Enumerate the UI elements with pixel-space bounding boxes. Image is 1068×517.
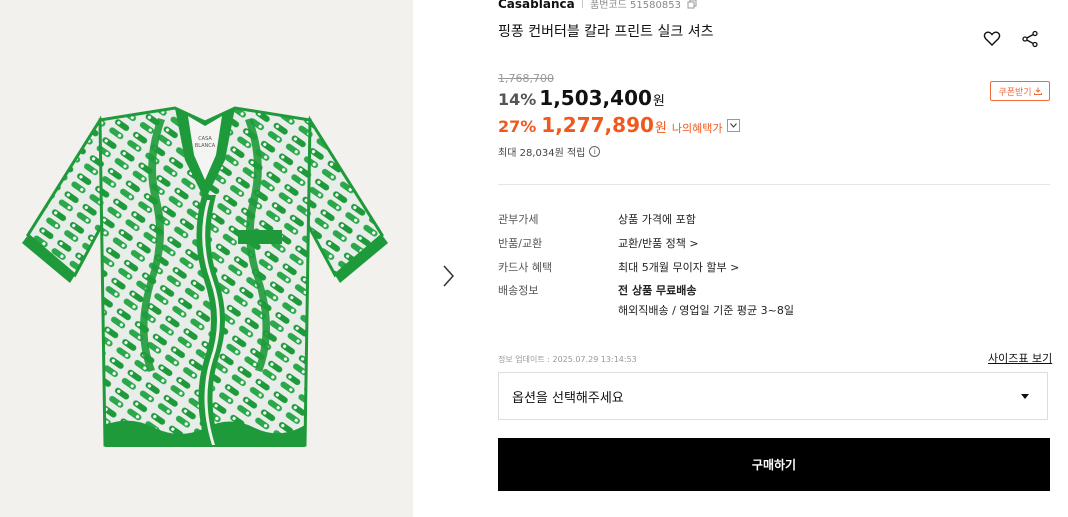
svg-text:BLANCA: BLANCA bbox=[195, 143, 216, 149]
next-image-arrow[interactable] bbox=[438, 262, 458, 290]
info-value-duty: 상품 가격에 포함 bbox=[618, 213, 696, 226]
benefit-price-value: 1,277,890 bbox=[541, 113, 654, 137]
info-label-card: 카드사 혜택 bbox=[498, 261, 553, 274]
info-label-return: 반품/교환 bbox=[498, 237, 543, 250]
my-benefit-label: 나의혜택가 bbox=[671, 122, 723, 135]
separator: | bbox=[580, 0, 585, 9]
size-chart-link[interactable]: 사이즈표 보기 bbox=[988, 350, 1052, 366]
update-timestamp: 정보 업데이트 : 2025.07.29 13:14:53 bbox=[498, 355, 637, 364]
points-text: 최대 28,034원 적립 bbox=[498, 148, 586, 159]
benefit-price-row: 27% 1,277,890 원 나의혜택가 bbox=[498, 113, 741, 137]
divider bbox=[498, 184, 1050, 185]
card-benefit-link[interactable]: 최대 5개월 무이자 할부 > bbox=[618, 259, 739, 275]
info-value-shipping: 전 상품 무료배송 bbox=[618, 284, 697, 297]
option-placeholder: 옵션을 선택해주세요 bbox=[512, 390, 624, 406]
copy-icon[interactable] bbox=[687, 0, 697, 9]
price-row: 14% 1,503,400 원 bbox=[498, 86, 665, 110]
info-label-duty: 관부가세 bbox=[498, 213, 539, 226]
brand-name[interactable]: Casablanca bbox=[498, 0, 575, 11]
product-title: 핑퐁 컨버터블 칼라 프린트 실크 셔츠 bbox=[498, 24, 714, 40]
caret-down-icon bbox=[1021, 393, 1029, 399]
share-icon[interactable] bbox=[1020, 29, 1040, 49]
return-policy-link[interactable]: 교환/반품 정책 > bbox=[618, 235, 699, 251]
product-code: 품번코드 51580853 bbox=[590, 0, 681, 11]
download-icon bbox=[1033, 87, 1042, 95]
buy-button[interactable]: 구매하기 bbox=[498, 438, 1050, 491]
option-select[interactable]: 옵션을 선택해주세요 bbox=[498, 372, 1048, 420]
coupon-button[interactable]: 쿠폰받기 bbox=[990, 81, 1050, 101]
discount-percent: 14% bbox=[498, 90, 537, 109]
product-image-area: CASA BLANCA bbox=[0, 0, 413, 517]
heart-icon[interactable] bbox=[982, 29, 1002, 49]
info-icon[interactable]: i bbox=[589, 146, 601, 157]
original-price: 1,768,700 bbox=[498, 72, 554, 85]
price-value: 1,503,400 bbox=[539, 86, 652, 110]
benefit-percent: 27% bbox=[498, 117, 537, 136]
benefit-expand-button[interactable] bbox=[727, 118, 741, 132]
info-shipping-detail: 해외직배송 / 영업일 기준 평균 3~8일 bbox=[618, 304, 794, 317]
product-image: CASA BLANCA bbox=[22, 106, 388, 447]
info-label-shipping: 배송정보 bbox=[498, 284, 539, 297]
points-row: 최대 28,034원 적립 i bbox=[498, 144, 601, 159]
buy-label: 구매하기 bbox=[751, 458, 797, 472]
benefit-price-currency: 원 bbox=[654, 121, 667, 136]
chevron-down-icon bbox=[730, 122, 738, 128]
svg-text:CASA: CASA bbox=[198, 136, 212, 142]
price-currency: 원 bbox=[652, 94, 665, 109]
brand-row: Casablanca | 품번코드 51580853 bbox=[498, 0, 697, 11]
coupon-label: 쿠폰받기 bbox=[998, 87, 1032, 98]
